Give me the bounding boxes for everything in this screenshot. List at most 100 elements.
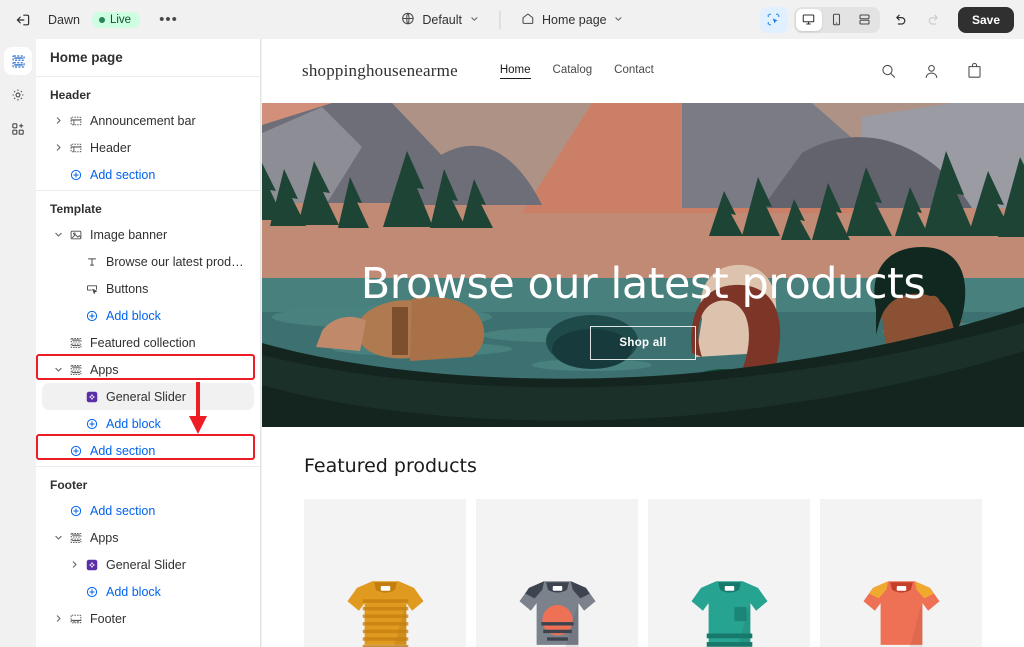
- sidebar-add-section-button[interactable]: Add section: [42, 497, 254, 524]
- product-tshirt-teal[interactable]: [648, 499, 810, 647]
- sidebar-item-label: Add block: [106, 584, 161, 599]
- collection-icon: [66, 363, 86, 377]
- footer-icon: [66, 612, 86, 626]
- sections-sidebar: Home page Header Announcement bar Header Ad…: [36, 39, 261, 647]
- sections-group: Template Image banner Browse our latest pr…: [36, 190, 260, 466]
- plus-circle-icon: [66, 444, 86, 458]
- sidebar-item-apps[interactable]: Apps: [42, 356, 254, 383]
- exit-icon[interactable]: [10, 7, 36, 33]
- sidebar-item-label: Header: [90, 140, 131, 155]
- collection-icon: [66, 336, 86, 350]
- chevron-right-icon[interactable]: [50, 116, 66, 125]
- save-button[interactable]: Save: [957, 6, 1014, 33]
- sidebar-add-section-button[interactable]: Add section: [42, 161, 254, 188]
- preview-nav-link-catalog[interactable]: Catalog: [553, 64, 593, 78]
- featured-collection: Featured products: [262, 427, 1024, 647]
- sidebar-item-featured-collection[interactable]: Featured collection: [42, 329, 254, 356]
- hero-image-banner: Browse our latest products Shop all: [262, 103, 1024, 427]
- sidebar-item-label: General Slider: [106, 389, 186, 404]
- sidebar-item-label: Apps: [90, 362, 119, 377]
- plus-circle-icon: [66, 504, 86, 518]
- plus-circle-icon: [82, 585, 102, 599]
- sidebar-add-block-button[interactable]: Add block: [42, 302, 254, 329]
- text-icon: [82, 255, 102, 269]
- sections-list: Header Announcement bar Header Add section T…: [36, 77, 260, 634]
- undo-icon[interactable]: [886, 7, 914, 33]
- theme-name: Dawn: [48, 12, 80, 27]
- sidebar-item-buttons[interactable]: Buttons: [42, 275, 254, 302]
- sidebar-item-label: Featured collection: [90, 335, 196, 350]
- sidebar-rail-sections[interactable]: [4, 47, 32, 75]
- sections-group-title: Footer: [50, 478, 88, 492]
- cart-icon[interactable]: [965, 62, 984, 81]
- market-selector[interactable]: Default: [392, 7, 487, 33]
- page-selector[interactable]: Home page: [512, 7, 632, 33]
- chevron-down-icon[interactable]: [50, 365, 66, 374]
- plus-circle-icon: [82, 417, 102, 431]
- market-selector-label: Default: [422, 12, 462, 27]
- status-badge-label: Live: [109, 13, 132, 26]
- hero-title: Browse our latest products: [360, 259, 926, 309]
- mobile-view-button[interactable]: [824, 9, 850, 31]
- redo-icon[interactable]: [920, 7, 948, 33]
- sidebar-rail-apps[interactable]: [4, 115, 32, 143]
- product-tshirt-coral[interactable]: [820, 499, 982, 647]
- device-toggle-group: [793, 6, 880, 33]
- sidebar-item-label: Buttons: [106, 281, 149, 296]
- inspector-icon[interactable]: [759, 6, 788, 33]
- chevron-down-icon[interactable]: [50, 533, 66, 542]
- account-icon[interactable]: [922, 62, 941, 81]
- featured-collection-title: Featured products: [304, 455, 477, 477]
- sidebar-add-section-button[interactable]: Add section: [42, 437, 254, 464]
- chevron-down-icon: [614, 13, 624, 27]
- section-icon: [66, 141, 86, 155]
- more-actions-button[interactable]: •••: [152, 12, 185, 27]
- shop-all-button[interactable]: Shop all: [590, 326, 696, 360]
- store-logo[interactable]: shoppinghousenearme: [302, 61, 458, 81]
- sidebar-item-general-slider[interactable]: General Slider: [42, 383, 254, 410]
- preview-nav-link-home[interactable]: Home: [499, 64, 531, 79]
- sidebar-item-label: Apps: [90, 530, 119, 545]
- status-dot: [98, 16, 105, 23]
- sections-group-title: Header: [50, 88, 91, 102]
- sidebar-item-label: Image banner: [90, 227, 168, 242]
- sidebar-item-label: Add section: [90, 443, 156, 458]
- product-tshirt-gray[interactable]: [476, 499, 638, 647]
- chevron-right-icon[interactable]: [50, 143, 66, 152]
- sidebar-item-general-slider[interactable]: General Slider: [42, 551, 254, 578]
- preview-nav: Home Catalog Contact: [499, 64, 654, 79]
- sidebar-item-label: Add block: [106, 308, 161, 323]
- search-icon[interactable]: [879, 62, 898, 81]
- sidebar-item-announcement-bar[interactable]: Announcement bar: [42, 107, 254, 134]
- sidebar-rail: [0, 39, 36, 647]
- top-bar-divider: [498, 10, 500, 29]
- desktop-view-button[interactable]: [795, 8, 822, 31]
- plus-circle-icon: [82, 309, 102, 323]
- app-icon: [82, 390, 102, 404]
- sidebar-add-block-button[interactable]: Add block: [42, 410, 254, 437]
- sidebar-item-label: Add block: [106, 416, 161, 431]
- sidebar-item-image-banner[interactable]: Image banner: [42, 221, 254, 248]
- product-tshirt-yellow[interactable]: [304, 499, 466, 647]
- preview-header-icons: [879, 62, 984, 81]
- page-selector-label: Home page: [541, 12, 607, 27]
- top-bar-left: Dawn Live •••: [0, 7, 185, 33]
- chevron-down-icon: [469, 13, 479, 27]
- sidebar-item-browse-our-latest-products[interactable]: Browse our latest products: [42, 248, 254, 275]
- sidebar-item-header[interactable]: Header: [42, 134, 254, 161]
- sidebar-add-block-button[interactable]: Add block: [42, 578, 254, 605]
- sidebar-item-footer[interactable]: Footer: [42, 605, 254, 632]
- sidebar-item-label: Announcement bar: [90, 113, 196, 128]
- sidebar-item-label: Browse our latest products: [106, 254, 246, 269]
- app-icon: [82, 558, 102, 572]
- sidebar-item-label: General Slider: [106, 557, 186, 572]
- sidebar-item-apps[interactable]: Apps: [42, 524, 254, 551]
- top-bar: Dawn Live ••• Default Home page Save: [0, 0, 1024, 39]
- page-title: Home page: [36, 39, 260, 77]
- preview-nav-link-contact[interactable]: Contact: [614, 64, 654, 78]
- chevron-right-icon[interactable]: [50, 614, 66, 623]
- fullscreen-view-button[interactable]: [852, 9, 878, 31]
- chevron-right-icon[interactable]: [66, 560, 82, 569]
- sidebar-rail-settings[interactable]: [4, 81, 32, 109]
- chevron-down-icon[interactable]: [50, 230, 66, 239]
